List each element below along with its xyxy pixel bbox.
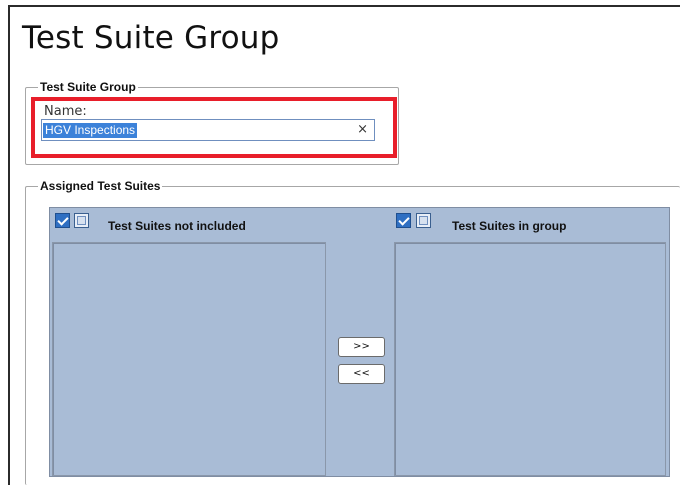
select-all-checkbox-left[interactable] <box>55 213 70 228</box>
list-not-included[interactable] <box>52 242 326 476</box>
page-title: Test Suite Group <box>22 20 280 56</box>
deselect-all-checkbox-right[interactable] <box>416 213 431 228</box>
deselect-all-checkbox-left[interactable] <box>74 213 89 228</box>
list-title-not-included: Test Suites not included <box>108 219 246 233</box>
fieldset-legend: Assigned Test Suites <box>38 179 163 193</box>
dual-list-panel: Test Suites not included Test Suites in … <box>49 207 670 477</box>
list-in-group[interactable] <box>394 242 666 476</box>
fieldset-legend: Test Suite Group <box>38 80 138 94</box>
select-all-checkbox-right[interactable] <box>396 213 411 228</box>
remove-from-group-button[interactable]: << <box>338 364 385 384</box>
highlight-annotation <box>31 97 397 158</box>
add-to-group-button[interactable]: >> <box>338 337 385 357</box>
list-title-in-group: Test Suites in group <box>452 219 567 233</box>
